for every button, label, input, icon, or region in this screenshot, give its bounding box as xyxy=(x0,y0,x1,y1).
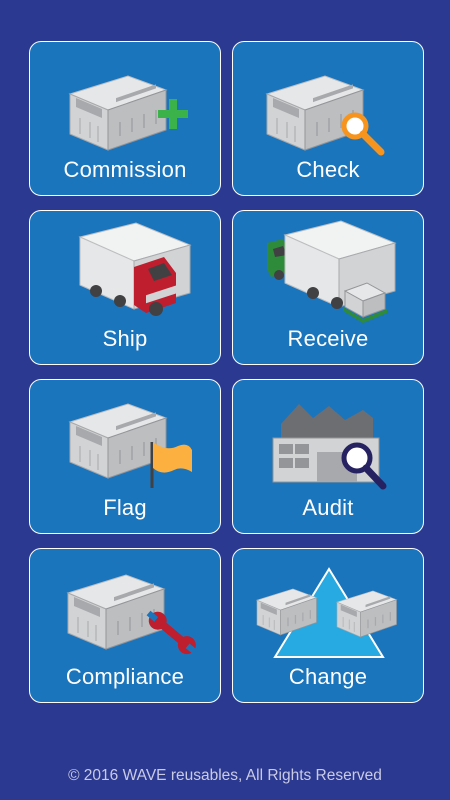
crate-magnifier-icon xyxy=(266,75,385,156)
crate-wrench-icon xyxy=(67,574,198,655)
ship-tile[interactable]: Ship xyxy=(29,210,221,365)
compliance-tile[interactable]: Compliance xyxy=(29,548,221,703)
ship-label: Ship xyxy=(102,326,148,351)
crates-triangle-icon xyxy=(256,567,398,658)
receive-tile[interactable]: Receive xyxy=(232,210,424,365)
crate-plus-icon xyxy=(69,75,188,151)
check-tile[interactable]: Check xyxy=(232,41,424,196)
receive-label: Receive xyxy=(287,326,369,351)
change-label: Change xyxy=(288,664,368,689)
audit-label: Audit xyxy=(302,495,354,520)
commission-label: Commission xyxy=(63,157,187,182)
audit-tile[interactable]: Audit xyxy=(232,379,424,534)
change-tile[interactable]: Change xyxy=(232,548,424,703)
crate-flag-icon xyxy=(69,403,192,488)
red-truck-icon xyxy=(79,222,191,316)
flag-tile[interactable]: Flag xyxy=(29,379,221,534)
check-label: Check xyxy=(296,157,360,182)
warehouse-magnifier-icon xyxy=(272,404,387,490)
green-truck-pallet-icon xyxy=(267,220,396,323)
copyright-footer: © 2016 WAVE reusables, All Rights Reserv… xyxy=(68,767,382,784)
commission-tile[interactable]: Commission xyxy=(29,41,221,196)
compliance-label: Compliance xyxy=(65,664,185,689)
flag-label: Flag xyxy=(103,495,147,520)
